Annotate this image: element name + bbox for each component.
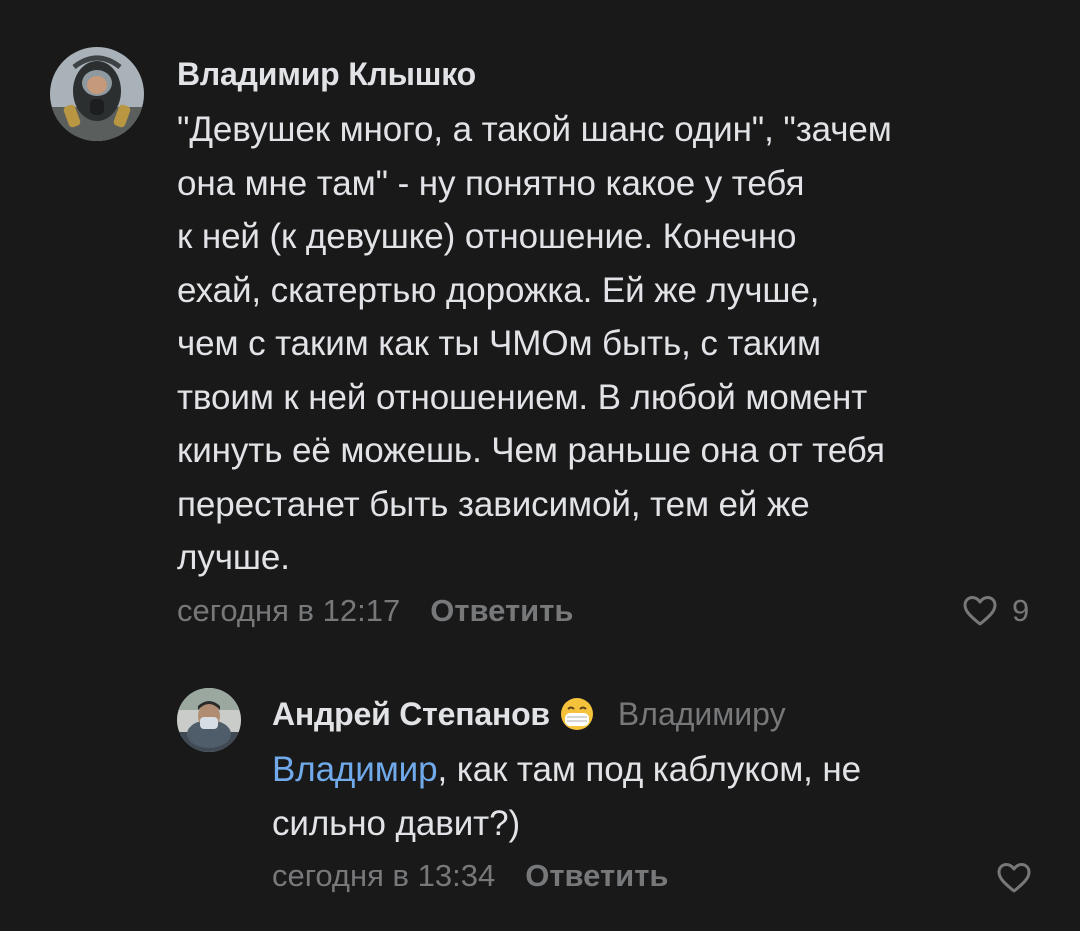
comment-text-line: кинуть её можешь. Чем раньше она от тебя <box>177 431 885 470</box>
gas-mask-avatar-icon <box>50 47 144 141</box>
like-count: 9 <box>1012 593 1030 628</box>
reply-button[interactable]: Ответить <box>430 593 573 629</box>
like-button[interactable]: 9 <box>962 589 1029 633</box>
comment-text-line: "Девушек много, а такой шанс один", "зач… <box>177 110 892 149</box>
reply-button[interactable]: Ответить <box>525 858 668 894</box>
comment-text-line: перестанет быть зависимой, тем ей же <box>177 484 810 524</box>
comment-text-line: к ней (к девушке) отношение. Конечно <box>177 217 797 256</box>
comment-text-line: чем с таким как ты ЧМОм быть, с таким <box>177 324 821 363</box>
author-avatar[interactable] <box>177 688 241 752</box>
comment-text-line: лучше. <box>177 538 290 577</box>
author-avatar[interactable] <box>50 47 144 141</box>
comment-text: "Девушек много, а такой шанс один", "зач… <box>177 103 1057 585</box>
comment-text: Владимир, как там под каблуком, не сильн… <box>272 743 1052 850</box>
author-row: Владимир Клышко <box>177 52 476 96</box>
author-name[interactable]: Владимир Клышко <box>177 56 476 93</box>
reply-to-label[interactable]: Владимиру <box>618 696 786 733</box>
comment-text-line: Владимир, как там под каблуком, не <box>272 743 1052 797</box>
face-with-medical-mask-icon <box>558 695 596 733</box>
author-row: Андрей Степанов Владимиру <box>272 692 786 736</box>
comment-text-line: она мне там" - ну понятно какое у тебя <box>177 163 805 203</box>
comment-time: сегодня в 13:34 <box>272 858 496 893</box>
heart-icon <box>997 863 1031 893</box>
comment-meta: сегодня в 12:17 Ответить <box>177 589 573 633</box>
comment-meta: сегодня в 13:34 Ответить <box>272 854 668 898</box>
comment-text-line: ехай, скатертью дорожка. Ей же лучше, <box>177 270 820 310</box>
comment-text-fragment: , как там под каблуком, не <box>437 750 862 789</box>
like-button[interactable] <box>996 858 1032 898</box>
comment-time: сегодня в 12:17 <box>177 593 401 628</box>
comment-text-line: твоим к ней отношением. В любой момент <box>177 377 868 417</box>
heart-icon <box>963 596 997 626</box>
comment-text-line: сильно давит?) <box>272 803 521 843</box>
author-name[interactable]: Андрей Степанов <box>272 696 550 733</box>
mention-link[interactable]: Владимир <box>272 750 438 789</box>
person-in-mask-avatar-icon <box>177 688 241 752</box>
